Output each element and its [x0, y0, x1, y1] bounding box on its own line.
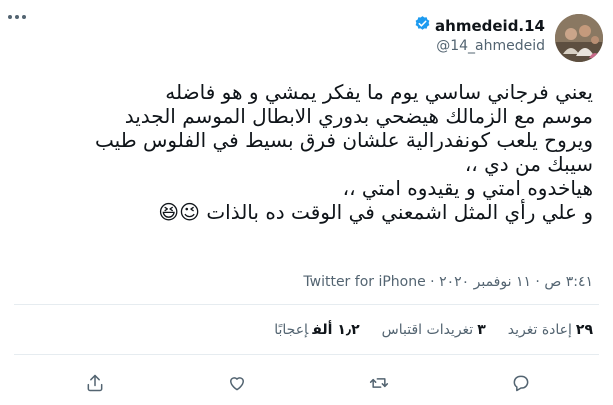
- tweet-line: يعني فرجاني ساسي يوم ما يفكر يمشي و هو ف…: [165, 80, 593, 104]
- avatar-photo: [555, 14, 603, 62]
- tweet-text: يعني فرجاني ساسي يوم ما يفكر يمشي و هو ف…: [18, 80, 593, 224]
- more-horizontal-icon: [8, 15, 26, 19]
- quotes-count: ٣: [477, 322, 486, 338]
- retweets-count: ٢٩: [575, 322, 593, 338]
- tweet-meta: ٣:٤١ ص · ١١ نوفمبر ٢٠٢٠ · Twitter for iP…: [303, 274, 593, 290]
- reply-button[interactable]: [508, 370, 534, 396]
- likes-label: إعجابًا: [274, 322, 309, 338]
- avatar[interactable]: [555, 14, 603, 62]
- reply-icon: [513, 375, 529, 392]
- retweets-label: إعادة تغريد: [507, 322, 572, 338]
- retweet-icon: [369, 378, 389, 388]
- like-button[interactable]: [224, 370, 250, 396]
- tweet-stats: ٢٩إعادة تغريد ٣تغريدات اقتباس ١٫٢ ألفإعج…: [274, 322, 593, 338]
- quotes-label: تغريدات اقتباس: [381, 322, 474, 338]
- retweet-button[interactable]: [366, 370, 392, 396]
- action-bar: [0, 370, 613, 396]
- share-button[interactable]: [82, 370, 108, 396]
- user-handle[interactable]: @14_ahmedeid: [414, 38, 545, 54]
- share-icon: [87, 374, 103, 392]
- quotes-stat[interactable]: ٣تغريدات اقتباس: [382, 322, 486, 338]
- tweet-line: هياخدوه امتي و يقيدوه امتي ،،: [342, 176, 593, 200]
- verified-badge-icon: [414, 15, 431, 36]
- more-options-button[interactable]: [4, 6, 30, 28]
- tweet-line: ويروح يلعب كونفدرالية علشان فرق بسيط في …: [95, 128, 593, 152]
- likes-count: ١٫٢ ألف: [312, 322, 360, 338]
- divider: [14, 354, 599, 355]
- display-name[interactable]: ahmedeid.14: [435, 17, 545, 35]
- tweet-line: موسم مع الزمالك هيضحي بدوري الابطال المو…: [124, 104, 593, 128]
- tweet-line: سيبك من دي ،،: [464, 152, 593, 176]
- author-block: ahmedeid.14 @14_ahmedeid: [414, 15, 545, 54]
- divider: [14, 304, 599, 305]
- retweets-stat[interactable]: ٢٩إعادة تغريد: [508, 322, 593, 338]
- heart-icon: [230, 377, 244, 391]
- tweet-card: ahmedeid.14 @14_ahmedeid يعني فرجاني ساس…: [0, 0, 613, 405]
- likes-stat[interactable]: ١٫٢ ألفإعجابًا: [274, 322, 359, 338]
- tweet-line: و علي رأي المثل اشمعني في الوقت ده بالذا…: [158, 200, 593, 224]
- tweet-source[interactable]: Twitter for iPhone: [303, 274, 425, 290]
- tweet-timestamp[interactable]: ٣:٤١ ص · ١١ نوفمبر ٢٠٢٠ ·: [426, 274, 593, 290]
